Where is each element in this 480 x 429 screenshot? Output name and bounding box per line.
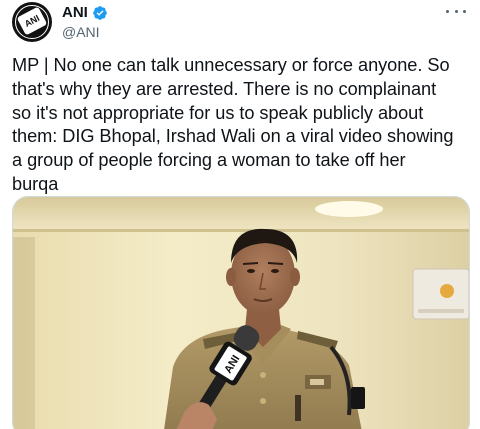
author-info: ANI @ANI [62, 4, 108, 41]
author-display-name[interactable]: ANI [62, 4, 88, 22]
tweet-text: MP | No one can talk unnecessary or forc… [12, 55, 454, 194]
tweet-media-image[interactable]: ANI [12, 196, 470, 429]
verified-badge-icon [93, 6, 107, 20]
more-options-icon[interactable] [446, 4, 466, 18]
tweet-card: ANI ANI @ANI MP | No one can talk unnece… [0, 0, 480, 429]
video-still: ANI [13, 197, 469, 429]
author-handle[interactable]: @ANI [62, 23, 108, 41]
author-name-row: ANI [62, 4, 108, 22]
author-avatar[interactable]: ANI [12, 2, 52, 42]
